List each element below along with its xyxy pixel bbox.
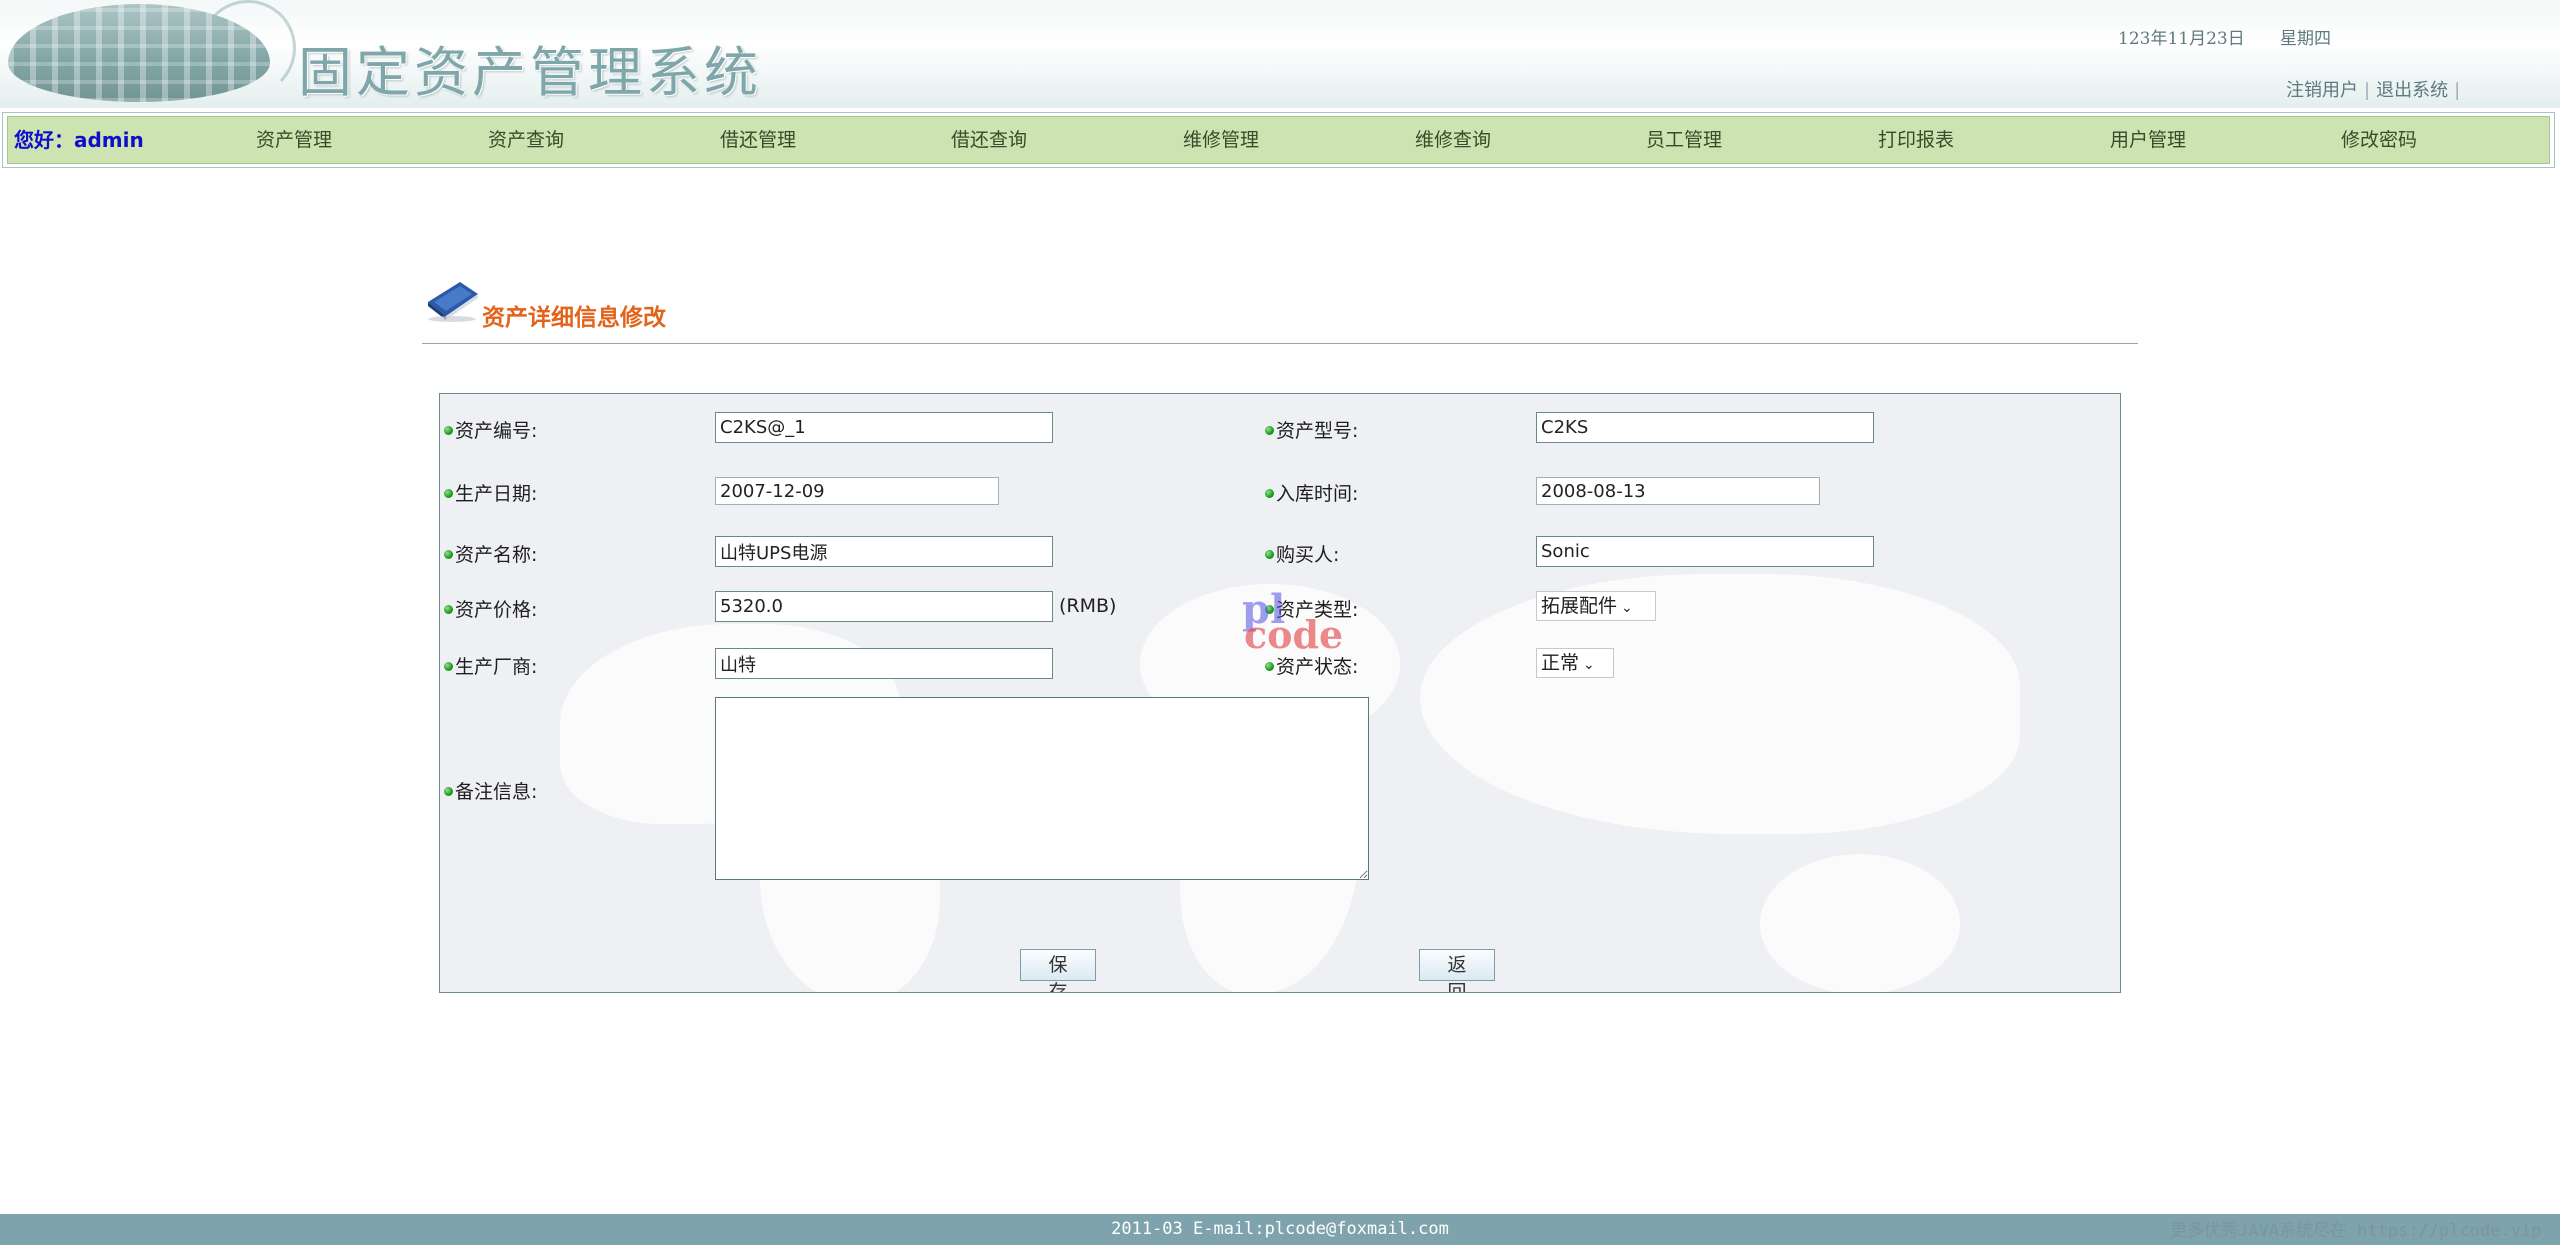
- price-label: 资产价格:: [444, 595, 537, 622]
- header-date: 123年11月23日: [2118, 29, 2245, 49]
- nav-item-repair-manage[interactable]: 维修管理: [1183, 117, 1259, 163]
- logout-user-link[interactable]: 注销用户: [2286, 80, 2358, 101]
- nav-item-print-report[interactable]: 打印报表: [1878, 117, 1954, 163]
- nav-item-user-manage[interactable]: 用户管理: [2110, 117, 2186, 163]
- type-select-value: 拓展配件: [1541, 595, 1618, 617]
- green-bullet-icon: [444, 605, 453, 614]
- map-background: [1760, 854, 1960, 992]
- asset-edit-form: 资产编号: 资产型号: 生产日期: 入库时间: 资产名称: 购买人: 资产价格:…: [439, 393, 2121, 993]
- nav-item-change-password[interactable]: 修改密码: [2341, 117, 2417, 163]
- green-bullet-icon: [444, 787, 453, 796]
- back-button[interactable]: 返 回: [1419, 949, 1495, 992]
- map-background: [1420, 574, 2020, 834]
- status-select[interactable]: 正常 ⌄: [1536, 648, 1614, 678]
- footer-watermark-text: 更多优秀JAVA系统尽在 https://plcode.vip: [2170, 1221, 2542, 1241]
- model-label: 资产型号:: [1265, 416, 1358, 443]
- asset-no-label: 资产编号:: [444, 416, 537, 443]
- green-bullet-icon: [444, 489, 453, 498]
- stock-date-label: 入库时间:: [1265, 479, 1358, 506]
- header-weekday: 星期四: [2280, 29, 2331, 49]
- page-title: 资产详细信息修改: [482, 305, 666, 331]
- logo-arc-decoration: [200, 0, 296, 96]
- stock-date-input[interactable]: [1536, 477, 1820, 505]
- link-separator: |: [2454, 80, 2461, 101]
- remark-label: 备注信息:: [444, 777, 537, 804]
- green-bullet-icon: [1265, 550, 1274, 559]
- model-input[interactable]: [1536, 412, 1874, 443]
- nav-item-repair-query[interactable]: 维修查询: [1415, 117, 1491, 163]
- remark-textarea[interactable]: [715, 697, 1369, 880]
- status-select-value: 正常: [1541, 652, 1580, 674]
- nav-item-staff-manage[interactable]: 员工管理: [1646, 117, 1722, 163]
- nav-item-borrow-manage[interactable]: 借还管理: [720, 117, 796, 163]
- exit-system-link[interactable]: 退出系统: [2376, 80, 2448, 101]
- header-links: 注销用户 | 退出系统 |: [2286, 76, 2466, 102]
- green-bullet-icon: [1265, 426, 1274, 435]
- name-label: 资产名称:: [444, 540, 537, 567]
- nav-wrapper: 您好：admin 资产管理 资产查询 借还管理 借还查询 维修管理 维修查询 员…: [2, 112, 2555, 168]
- name-input[interactable]: [715, 536, 1053, 567]
- system-title: 固定资产管理系统: [298, 41, 762, 104]
- nav-item-asset-query[interactable]: 资产查询: [488, 117, 564, 163]
- save-button[interactable]: 保 存: [1020, 949, 1096, 992]
- maker-label: 生产厂商:: [444, 652, 537, 679]
- plcode-watermark: pl code: [1242, 586, 1344, 657]
- asset-no-input[interactable]: [715, 412, 1053, 443]
- chevron-down-icon: ⌄: [1621, 600, 1633, 616]
- prod-date-label: 生产日期:: [444, 479, 537, 506]
- green-bullet-icon: [444, 662, 453, 671]
- greeting: 您好：admin: [14, 128, 144, 152]
- title-divider: [422, 343, 2138, 344]
- price-input[interactable]: [715, 591, 1053, 622]
- green-bullet-icon: [1265, 662, 1274, 671]
- price-unit: (RMB): [1059, 595, 1117, 617]
- type-select[interactable]: 拓展配件 ⌄: [1536, 591, 1656, 621]
- nav-item-asset-manage[interactable]: 资产管理: [256, 117, 332, 163]
- chevron-down-icon: ⌄: [1583, 657, 1595, 673]
- book-icon: [428, 282, 478, 322]
- link-separator: |: [2364, 80, 2371, 101]
- buyer-input[interactable]: [1536, 536, 1874, 567]
- buyer-label: 购买人:: [1265, 540, 1339, 567]
- green-bullet-icon: [1265, 489, 1274, 498]
- green-bullet-icon: [444, 426, 453, 435]
- nav-item-borrow-query[interactable]: 借还查询: [951, 117, 1027, 163]
- maker-input[interactable]: [715, 648, 1053, 679]
- main-nav: 您好：admin 资产管理 资产查询 借还管理 借还查询 维修管理 维修查询 员…: [7, 116, 2550, 164]
- prod-date-input[interactable]: [715, 477, 999, 505]
- green-bullet-icon: [444, 550, 453, 559]
- header: 固定资产管理系统 123年11月23日 星期四 注销用户 | 退出系统 |: [0, 0, 2560, 108]
